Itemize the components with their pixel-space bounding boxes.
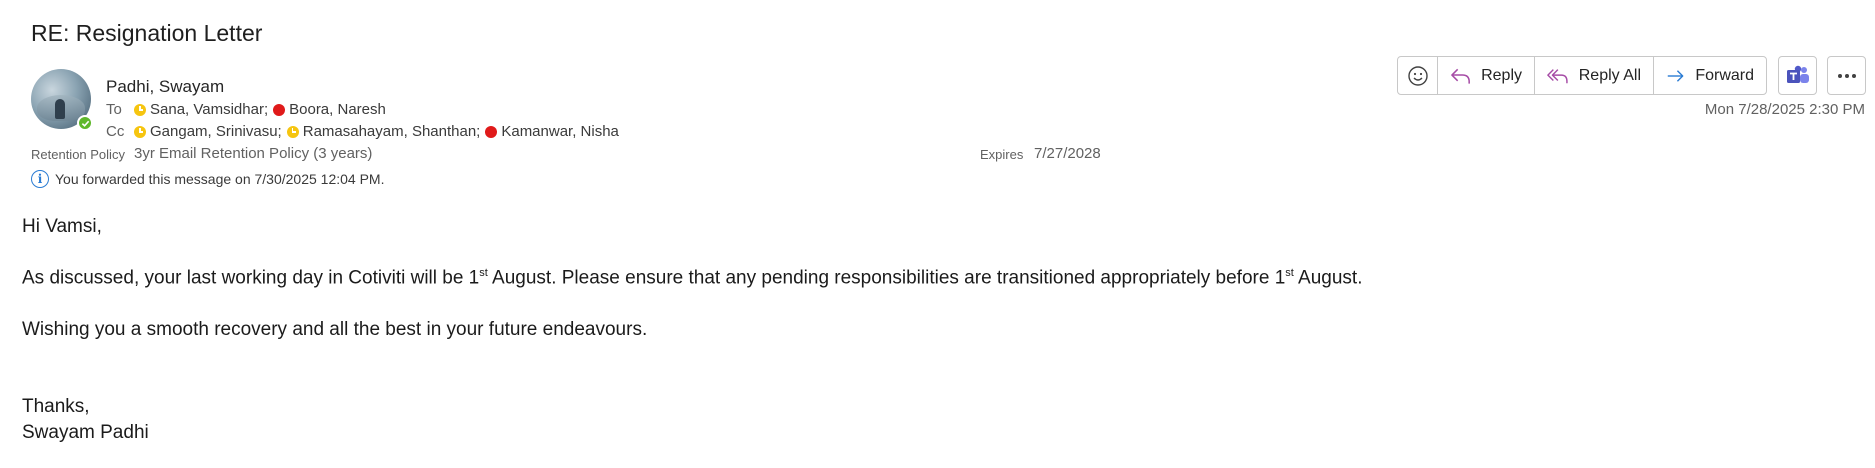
recipient-name: Boora, Naresh: [289, 101, 386, 118]
sent-date: Mon 7/28/2025 2:30 PM: [1704, 101, 1865, 118]
forwarded-info: i You forwarded this message on 7/30/202…: [31, 170, 384, 188]
recipient-name: Kamanwar, Nisha: [501, 123, 619, 140]
sender-name[interactable]: Padhi, Swayam: [106, 77, 224, 97]
reply-all-label: Reply All: [1578, 66, 1641, 84]
retention-value: 3yr Email Retention Policy (3 years): [134, 145, 373, 162]
greeting: Hi Vamsi,: [22, 216, 102, 237]
retention-label: Retention Policy: [31, 147, 125, 162]
signature: Swayam Padhi: [22, 422, 149, 443]
forwarded-info-text: You forwarded this message on 7/30/2025 …: [55, 171, 385, 187]
reply-icon: [1451, 68, 1470, 84]
teams-button[interactable]: [1778, 56, 1817, 95]
body-text: As discussed, your last working day in C…: [22, 267, 480, 289]
body-text: August.: [1293, 267, 1363, 289]
forward-label: Forward: [1695, 66, 1754, 84]
body-paragraph: Wishing you a smooth recovery and all th…: [22, 319, 648, 340]
to-label: To: [106, 101, 122, 118]
sender-avatar[interactable]: [31, 69, 93, 131]
recipient[interactable]: Sana, Vamsidhar;: [134, 101, 268, 118]
to-line: To Sana, Vamsidhar; Boora, Naresh: [106, 101, 391, 118]
recipient[interactable]: Ramasahayam, Shanthan;: [286, 123, 481, 140]
cc-label: Cc: [106, 123, 125, 140]
reply-button[interactable]: Reply: [1438, 57, 1535, 94]
presence-available-icon: [77, 115, 93, 131]
emoji-reaction-button[interactable]: [1398, 57, 1438, 94]
recipient[interactable]: Kamanwar, Nisha: [485, 123, 619, 140]
smiley-icon: [1407, 65, 1428, 86]
presence-away-icon: [134, 103, 146, 116]
body-text: August. Please ensure that any pending r…: [487, 267, 1286, 289]
info-icon: i: [31, 170, 49, 188]
cc-line: Cc Gangam, Srinivasu; Ramasahayam, Shant…: [106, 123, 624, 140]
recipient-name: Ramasahayam, Shanthan;: [302, 123, 481, 140]
expires-value: 7/27/2028: [1034, 145, 1101, 162]
presence-busy-icon: [273, 103, 286, 116]
expires-label: Expires: [980, 147, 1024, 162]
more-icon: [1837, 73, 1856, 78]
recipient[interactable]: Gangam, Srinivasu;: [134, 123, 282, 140]
avatar-person: [55, 99, 65, 119]
reply-actions-group: Reply Reply All Forward: [1397, 56, 1767, 95]
presence-busy-icon: [485, 125, 498, 138]
reply-all-icon: [1547, 68, 1568, 83]
teams-icon: [1786, 65, 1809, 83]
superscript: st: [479, 267, 488, 279]
forward-arrow-icon: [1667, 69, 1684, 82]
superscript: st: [1285, 267, 1294, 279]
presence-away-icon: [286, 125, 299, 138]
sign-off: Thanks,: [22, 396, 90, 417]
body-paragraph: As discussed, your last working day in C…: [22, 267, 1363, 289]
recipient-name: Sana, Vamsidhar;: [150, 101, 269, 118]
recipient[interactable]: Boora, Naresh: [273, 101, 386, 118]
forward-button[interactable]: Forward: [1654, 57, 1766, 94]
recipient-name: Gangam, Srinivasu;: [150, 123, 282, 140]
presence-away-icon: [134, 125, 146, 138]
more-actions-button[interactable]: [1827, 56, 1866, 95]
reply-label: Reply: [1481, 66, 1522, 84]
email-subject: RE: Resignation Letter: [31, 20, 263, 46]
reply-all-button[interactable]: Reply All: [1535, 57, 1654, 94]
